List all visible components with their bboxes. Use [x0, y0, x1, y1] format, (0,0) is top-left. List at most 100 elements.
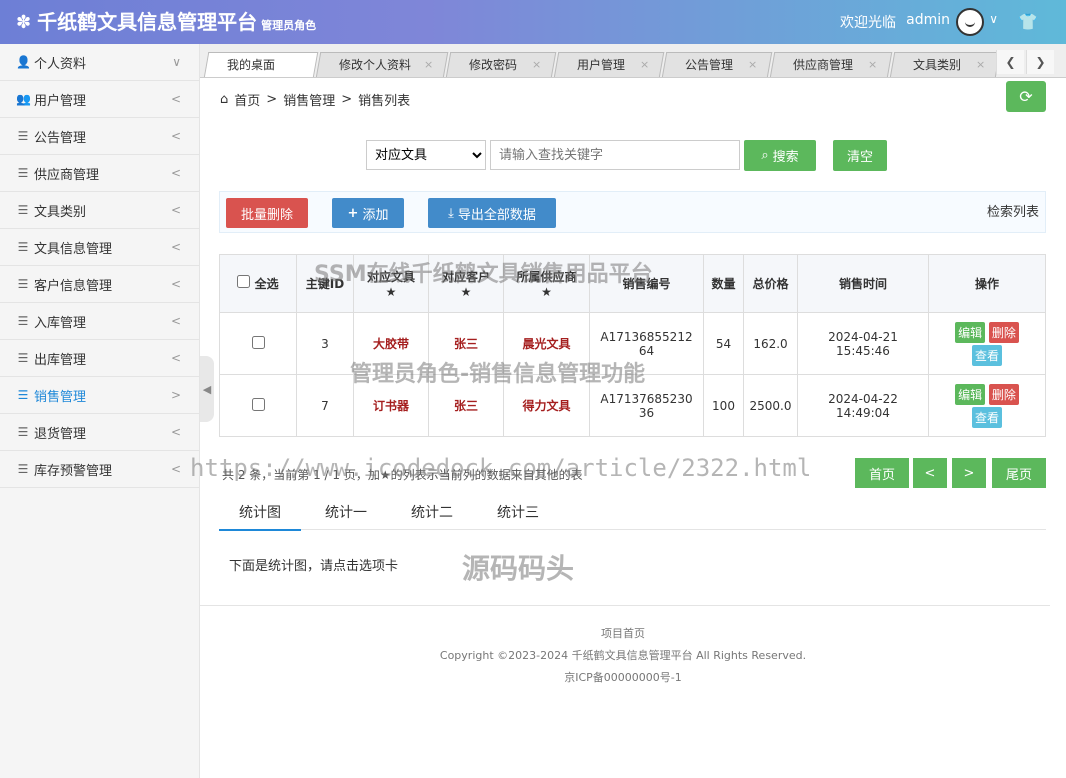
close-icon[interactable]: × [640, 53, 649, 77]
export-button[interactable]: ⤓ 导出全部数据 [428, 198, 556, 228]
breadcrumb-home[interactable]: 首页 [234, 90, 260, 109]
tab-change-password[interactable]: 修改密码 × [445, 52, 557, 77]
tab-supplier-management[interactable]: 供应商管理 × [769, 52, 893, 77]
sidebar-item-profile[interactable]: 👤 个人资料 ∨ [0, 44, 199, 81]
stat-tab-2[interactable]: 统计二 [411, 502, 453, 522]
breadcrumb-sep: > [266, 92, 278, 107]
select-all-checkbox[interactable] [237, 275, 251, 288]
sidebar-item-categories[interactable]: ☰ 文具类别 < [0, 192, 199, 229]
cell-time: 2024-04-21 15:45:46 [797, 312, 929, 375]
tab-desktop[interactable]: 我的桌面 [203, 52, 319, 77]
chevron-icon: < [170, 277, 181, 291]
item-link[interactable]: 订书器 [373, 399, 409, 413]
sidebar-item-stock-alert[interactable]: ☰ 库存预警管理 < [0, 451, 199, 488]
close-icon[interactable]: × [748, 53, 757, 77]
search-input[interactable] [490, 140, 740, 170]
customer-link[interactable]: 张三 [454, 337, 478, 351]
cell-total: 162.0 [743, 312, 798, 375]
sidebar-item-label: 文具信息管理 [34, 241, 113, 257]
header-select-all: 全选 [219, 254, 297, 313]
customer-link[interactable]: 张三 [454, 399, 478, 413]
edit-button[interactable]: 编辑 [955, 383, 986, 405]
sidebar-item-label: 客户信息管理 [34, 278, 113, 294]
username[interactable]: admin [906, 12, 950, 28]
cell-time: 2024-04-22 14:49:04 [797, 374, 929, 437]
tab-notice-management[interactable]: 公告管理 × [661, 52, 773, 77]
row-checkbox[interactable] [251, 397, 265, 411]
watermark-title: SSM在线千纸鹤文具销售用品平台 [314, 262, 653, 287]
clear-button[interactable]: 清空 [833, 140, 887, 171]
welcome-text: 欢迎光临 [840, 15, 896, 31]
sidebar-item-sales[interactable]: ☰ 销售管理 > [0, 377, 199, 414]
tab-scroll-right-icon[interactable]: ❯ [1026, 50, 1054, 74]
sidebar-item-label: 库存预警管理 [34, 463, 113, 479]
theme-shirt-icon[interactable]: 👕 [1018, 12, 1038, 31]
batch-delete-button[interactable]: 批量删除 [226, 198, 308, 228]
item-link[interactable]: 大胶带 [373, 337, 409, 351]
chevron-icon: < [170, 314, 181, 328]
footer-home-link[interactable]: 项目首页 [200, 625, 1046, 641]
sidebar-item-notices[interactable]: ☰ 公告管理 < [0, 118, 199, 155]
sidebar-item-users[interactable]: 👥 用户管理 < [0, 81, 199, 118]
sidebar-item-customers[interactable]: ☰ 客户信息管理 < [0, 266, 199, 303]
delete-button[interactable]: 删除 [988, 321, 1019, 343]
row-select-cell [219, 374, 297, 437]
sidebar-item-stock-out[interactable]: ☰ 出库管理 < [0, 340, 199, 377]
sidebar-item-stationery[interactable]: ☰ 文具信息管理 < [0, 229, 199, 266]
last-page-button[interactable]: 尾页 [992, 458, 1046, 488]
header-qty: 数量 [703, 254, 744, 313]
stat-tab-3[interactable]: 统计三 [497, 502, 539, 522]
chevron-icon: < [170, 351, 181, 365]
sidebar-item-suppliers[interactable]: ☰ 供应商管理 < [0, 155, 199, 192]
sidebar-collapse-handle[interactable]: ◀ [200, 356, 214, 422]
view-button[interactable]: 查看 [971, 406, 1002, 428]
next-page-button[interactable]: > [952, 458, 986, 488]
delete-button[interactable]: 删除 [988, 383, 1019, 405]
breadcrumb-sep: > [341, 92, 353, 107]
close-icon[interactable]: × [532, 53, 541, 77]
search-button[interactable]: ⌕ 搜索 [744, 140, 816, 171]
chevron-icon: < [170, 166, 181, 180]
cell-ops: 编辑 删除 查看 [928, 312, 1046, 375]
sidebar-item-stock-in[interactable]: ☰ 入库管理 < [0, 303, 199, 340]
supplier-link[interactable]: 得力文具 [522, 399, 570, 413]
view-button[interactable]: 查看 [971, 344, 1002, 366]
stat-tab-1[interactable]: 统计一 [325, 502, 367, 522]
close-icon[interactable]: × [976, 53, 985, 77]
list-icon: ☰ [17, 129, 29, 143]
chevron-down-icon[interactable]: ∨ [989, 12, 998, 26]
tab-scroll-left-icon[interactable]: ❮ [996, 50, 1024, 74]
row-checkbox[interactable] [251, 335, 265, 349]
list-icon: ☰ [17, 166, 29, 180]
prev-page-button[interactable]: < [913, 458, 947, 488]
close-icon[interactable]: × [868, 53, 877, 77]
cell-total: 2500.0 [743, 374, 798, 437]
list-icon: ☰ [17, 277, 29, 291]
download-icon: ⤓ [448, 205, 454, 221]
refresh-button[interactable]: ⟳ [1006, 81, 1046, 112]
close-icon[interactable]: × [424, 53, 433, 77]
user-icon: 👤 [16, 55, 31, 69]
sidebar-item-returns[interactable]: ☰ 退货管理 < [0, 414, 199, 451]
tab-user-management[interactable]: 用户管理 × [553, 52, 665, 77]
avatar[interactable] [956, 8, 984, 36]
supplier-link[interactable]: 晨光文具 [522, 337, 570, 351]
tab-categories[interactable]: 文具类别 × [889, 52, 1001, 77]
list-icon: ☰ [17, 314, 29, 328]
sidebar-item-label: 用户管理 [34, 93, 87, 109]
add-button[interactable]: + 添加 [332, 198, 404, 228]
role-label: 管理员角色 [261, 19, 317, 32]
header-ops: 操作 [928, 254, 1046, 313]
tab-edit-profile[interactable]: 修改个人资料 × [315, 52, 449, 77]
footer-copyright: Copyright ©2023-2024 千纸鹤文具信息管理平台 All Rig… [439, 649, 807, 662]
watermark-brand: 源码码头 [462, 552, 575, 585]
edit-button[interactable]: 编辑 [955, 321, 986, 343]
chevron-icon: < [170, 92, 181, 106]
first-page-button[interactable]: 首页 [855, 458, 909, 488]
sidebar-item-label: 入库管理 [34, 315, 87, 331]
cell-ops: 编辑 删除 查看 [928, 374, 1046, 437]
stat-tab-chart[interactable]: 统计图 [219, 502, 301, 531]
chevron-icon: < [170, 425, 181, 439]
breadcrumb-level1[interactable]: 销售管理 [283, 90, 335, 109]
search-field-select[interactable]: 对应文具 [366, 140, 486, 170]
